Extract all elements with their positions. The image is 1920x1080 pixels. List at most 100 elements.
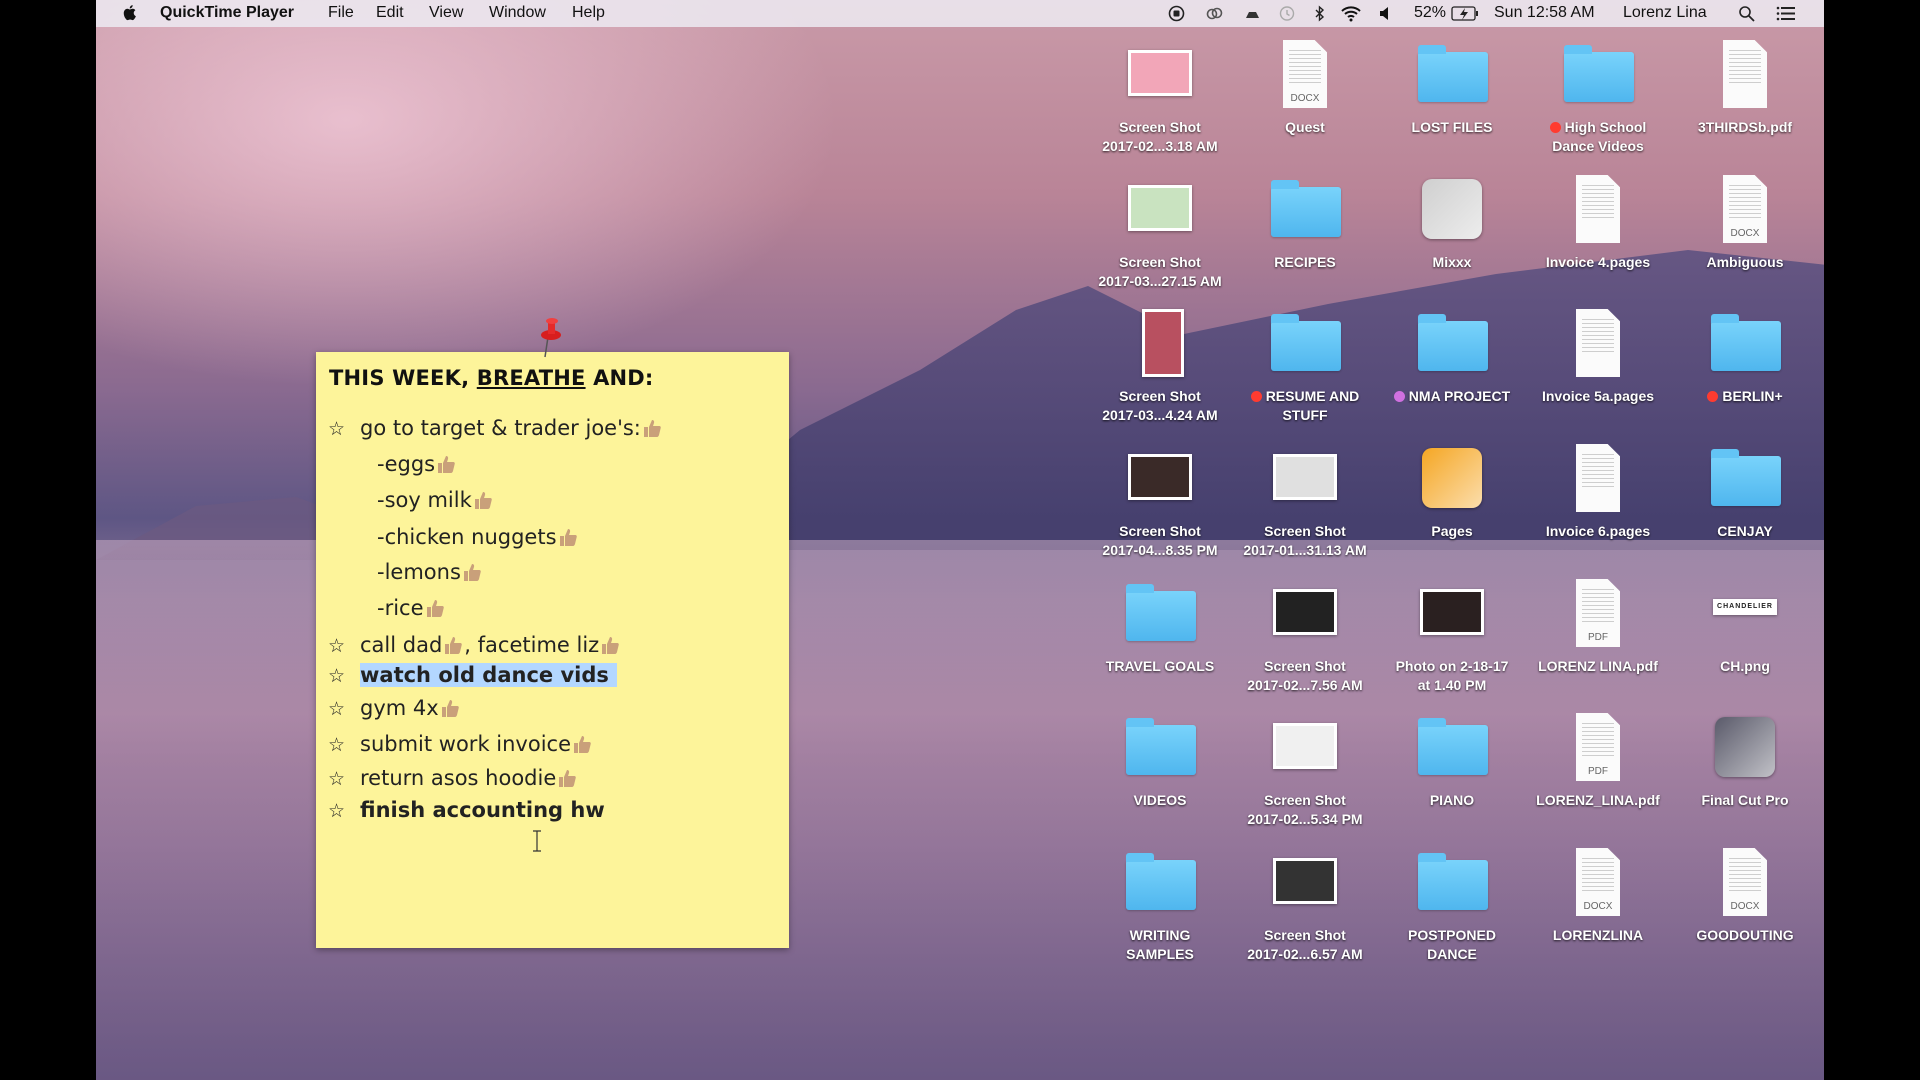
desktop-icon-nma-project[interactable]: NMA PROJECT: [1379, 307, 1525, 406]
desktop-icon-screen-shot-2017-02-7-56-am[interactable]: Screen Shot 2017-02...7.56 AM: [1232, 577, 1378, 695]
thumbs-up-icon: [438, 456, 455, 473]
note-line-text: -lemons: [377, 560, 461, 584]
file-type-badge: DOCX: [1583, 901, 1613, 912]
desktop-icon-recipes[interactable]: RECIPES: [1232, 173, 1378, 272]
note-line-text: finish accounting hw: [360, 798, 605, 822]
menu-window[interactable]: Window: [489, 4, 546, 22]
desktop-icon-ambiguous[interactable]: DOCX Ambiguous: [1672, 173, 1818, 272]
folder-icon: [1418, 853, 1488, 910]
desktop-icon-screen-shot-2017-04-8-35-pm[interactable]: Screen Shot 2017-04...8.35 PM: [1087, 442, 1233, 560]
folder-icon: [1271, 314, 1341, 371]
desktop-icon-videos[interactable]: VIDEOS: [1087, 711, 1233, 810]
menu-help[interactable]: Help: [572, 4, 605, 22]
desktop-icon-lorenzlina[interactable]: DOCX LORENZLINA: [1525, 846, 1671, 945]
menu-user[interactable]: Lorenz Lina: [1623, 4, 1707, 22]
desktop-icon-screen-shot-2017-01-31-13-am[interactable]: Screen Shot 2017-01...31.13 AM: [1232, 442, 1378, 560]
image-thumbnail-icon: [1420, 589, 1484, 635]
notification-center-icon[interactable]: [1776, 5, 1796, 22]
folder-icon: [1711, 314, 1781, 371]
desktop-icon-resume-and-stuff[interactable]: RESUME AND STUFF: [1232, 307, 1378, 425]
bluetooth-icon[interactable]: [1311, 5, 1328, 22]
drive-icon[interactable]: [1244, 5, 1261, 22]
desktop-icon-piano[interactable]: PIANO: [1379, 711, 1525, 810]
menu-app-name[interactable]: QuickTime Player: [160, 4, 294, 22]
icon-label: High School: [1564, 119, 1647, 135]
note-line-text: -eggs: [377, 452, 436, 476]
desktop-icon-mixxx[interactable]: Mixxx: [1379, 173, 1525, 272]
desktop-icon-screen-shot-2017-02-6-57-am[interactable]: Screen Shot 2017-02...6.57 AM: [1232, 846, 1378, 964]
desktop-icon-ch-png[interactable]: CHANDELIER CH.png: [1672, 577, 1818, 676]
icon-label: 2017-01...31.13 AM: [1243, 542, 1367, 558]
thumbs-up-icon: [441, 700, 459, 717]
desktop-icon-photo-on-2-18-17-at-1-40-pm[interactable]: Photo on 2-18-17 at 1.40 PM: [1379, 577, 1525, 695]
thumbs-up-icon: [559, 770, 577, 787]
note-line-text: gym 4x: [360, 696, 439, 720]
image-thumbnail-icon: [1273, 454, 1337, 500]
star-bullet-icon: ☆: [328, 698, 346, 720]
icon-label: Screen Shot: [1119, 388, 1201, 404]
desktop-icon-pages[interactable]: Pages: [1379, 442, 1525, 541]
thumbs-up-icon: [474, 492, 492, 509]
desktop-icon-quest[interactable]: DOCX Quest: [1232, 38, 1378, 137]
icon-label: at 1.40 PM: [1417, 677, 1487, 693]
app-icon: [1422, 448, 1482, 508]
desktop-icon-travel-goals[interactable]: TRAVEL GOALS: [1087, 577, 1233, 676]
desktop-icon-screen-shot-2017-03-4-24-am[interactable]: Screen Shot 2017-03...4.24 AM: [1087, 307, 1233, 425]
thumbs-up-icon: [574, 736, 591, 753]
desktop-icon-3thirdsb-pdf[interactable]: 3THIRDSb.pdf: [1672, 38, 1818, 137]
image-thumbnail-icon: [1128, 185, 1192, 231]
desktop-icon-screen-shot-2017-02-3-18-am[interactable]: Screen Shot 2017-02...3.18 AM: [1087, 38, 1233, 156]
icon-label: 2017-04...8.35 PM: [1102, 542, 1218, 558]
icon-label: Screen Shot: [1264, 927, 1346, 943]
time-machine-icon[interactable]: [1278, 5, 1295, 22]
document-icon: [1576, 309, 1620, 377]
icon-label: 3THIRDSb.pdf: [1697, 119, 1793, 135]
desktop-icon-lorenz-lina-pdf[interactable]: PDF LORENZ_LINA.pdf: [1525, 711, 1671, 810]
icon-label: Pages: [1431, 523, 1473, 539]
volume-icon[interactable]: [1378, 5, 1395, 22]
desktop-icon-invoice-6-pages[interactable]: Invoice 6.pages: [1525, 442, 1671, 541]
icon-label: Dance Videos: [1552, 138, 1644, 154]
folder-icon: [1418, 718, 1488, 775]
thumbs-up-icon: [602, 637, 619, 654]
desktop-icon-screen-shot-2017-02-5-34-pm[interactable]: Screen Shot 2017-02...5.34 PM: [1232, 711, 1378, 829]
menu-bar: QuickTime Player File Edit View Window H…: [96, 0, 1824, 27]
desktop-icon-high-school-dance-videos[interactable]: High School Dance Videos: [1525, 38, 1671, 156]
note-line-text: -chicken nuggets: [377, 525, 557, 549]
icon-label: Screen Shot: [1264, 658, 1346, 674]
thumbs-up-icon: [559, 529, 577, 546]
wifi-icon[interactable]: [1341, 5, 1361, 22]
desktop-icon-lorenz-lina-pdf[interactable]: PDF LORENZ LINA.pdf: [1525, 577, 1671, 676]
desktop-icon-screen-shot-2017-03-27-15-am[interactable]: Screen Shot 2017-03...27.15 AM: [1087, 173, 1233, 291]
desktop-icon-writing-samples[interactable]: WRITING SAMPLES: [1087, 846, 1233, 964]
desktop-icon-goodouting[interactable]: DOCX GOODOUTING: [1672, 846, 1818, 945]
thumbs-up-icon: [426, 600, 444, 617]
spotlight-search-icon[interactable]: [1738, 5, 1755, 22]
icon-label: Invoice 5a.pages: [1541, 388, 1655, 404]
menu-view[interactable]: View: [429, 4, 463, 22]
creative-cloud-icon[interactable]: [1206, 5, 1223, 22]
document-icon: DOCX: [1723, 175, 1767, 243]
icon-label: LOST FILES: [1411, 119, 1493, 135]
apple-menu-icon[interactable]: [121, 4, 138, 21]
sticky-note[interactable]: THIS WEEK, BREATHE AND: go to target & t…: [316, 352, 789, 948]
screen-record-icon[interactable]: [1168, 5, 1185, 22]
menu-edit[interactable]: Edit: [376, 4, 404, 22]
battery-charging-icon[interactable]: [1451, 5, 1479, 22]
icon-label: Screen Shot: [1119, 119, 1201, 135]
desktop-icon-invoice-4-pages[interactable]: Invoice 4.pages: [1525, 173, 1671, 272]
file-type-badge: DOCX: [1730, 228, 1760, 239]
desktop-icon-berlin[interactable]: BERLIN+: [1672, 307, 1818, 406]
battery-percent[interactable]: 52%: [1414, 4, 1446, 22]
desktop-icon-final-cut-pro[interactable]: Final Cut Pro: [1672, 711, 1818, 810]
note-line: call dad , facetime liz: [360, 633, 621, 657]
note-line: -eggs: [377, 452, 457, 476]
icon-label: Mixxx: [1432, 254, 1472, 270]
menu-clock[interactable]: Sun 12:58 AM: [1494, 4, 1595, 22]
icon-label: BERLIN+: [1722, 388, 1783, 404]
desktop-icon-lost-files[interactable]: LOST FILES: [1379, 38, 1525, 137]
desktop-icon-cenjay[interactable]: CENJAY: [1672, 442, 1818, 541]
desktop-icon-postponed-dance[interactable]: POSTPONED DANCE: [1379, 846, 1525, 964]
menu-file[interactable]: File: [328, 4, 354, 22]
desktop-icon-invoice-5a-pages[interactable]: Invoice 5a.pages: [1525, 307, 1671, 406]
